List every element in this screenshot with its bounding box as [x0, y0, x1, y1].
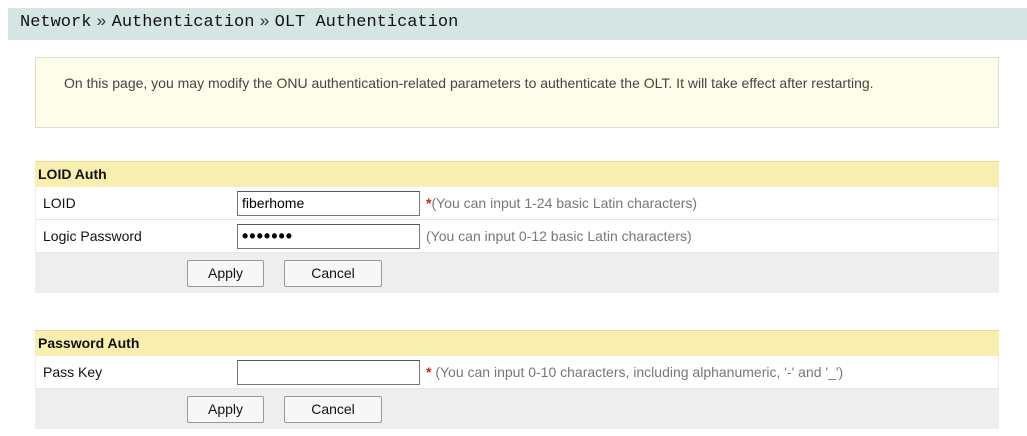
breadcrumb-separator: » [96, 13, 107, 32]
pass-key-input[interactable] [237, 359, 420, 385]
loid-label: LOID [43, 195, 76, 211]
loid-auth-header: LOID Auth [35, 161, 999, 187]
breadcrumb-item-olt-authentication: OLT Authentication [274, 13, 459, 32]
loid-button-row: Apply Cancel [35, 253, 999, 293]
password-auth-button-row: Apply Cancel [35, 389, 999, 429]
logic-password-label: Logic Password [43, 228, 142, 244]
password-auth-panel: Password Auth Pass Key * (You can input … [35, 330, 999, 429]
logic-password-row: Logic Password (You can input 0-12 basic… [35, 220, 999, 253]
pass-key-hint-text: (You can input 0-10 characters, includin… [435, 364, 844, 380]
loid-input[interactable] [237, 190, 420, 216]
notice-text: On this page, you may modify the ONU aut… [64, 75, 874, 91]
password-auth-cancel-button[interactable]: Cancel [284, 395, 382, 423]
pass-key-hint: * (You can input 0-10 characters, includ… [426, 364, 843, 380]
password-auth-apply-button[interactable]: Apply [187, 395, 264, 423]
pass-key-label: Pass Key [43, 364, 103, 380]
password-auth-header: Password Auth [35, 330, 999, 356]
breadcrumb-separator: » [259, 13, 270, 32]
breadcrumb: Network» Authentication» OLT Authenticatio… [8, 8, 1027, 40]
required-mark: * [426, 364, 432, 380]
breadcrumb-item-authentication[interactable]: Authentication [112, 13, 255, 32]
logic-password-input[interactable] [237, 223, 420, 249]
loid-auth-panel: LOID Auth LOID *(You can input 1-24 basi… [35, 161, 999, 293]
loid-cancel-button[interactable]: Cancel [284, 259, 382, 287]
breadcrumb-item-network[interactable]: Network [20, 13, 91, 32]
loid-hint: *(You can input 1-24 basic Latin charact… [426, 195, 697, 211]
loid-apply-button[interactable]: Apply [187, 259, 264, 287]
loid-hint-text: (You can input 1-24 basic Latin characte… [431, 195, 698, 211]
loid-row: LOID *(You can input 1-24 basic Latin ch… [35, 187, 999, 220]
pass-key-row: Pass Key * (You can input 0-10 character… [35, 356, 999, 389]
logic-password-hint: (You can input 0-12 basic Latin characte… [426, 228, 692, 244]
info-notice: On this page, you may modify the ONU aut… [35, 57, 999, 128]
